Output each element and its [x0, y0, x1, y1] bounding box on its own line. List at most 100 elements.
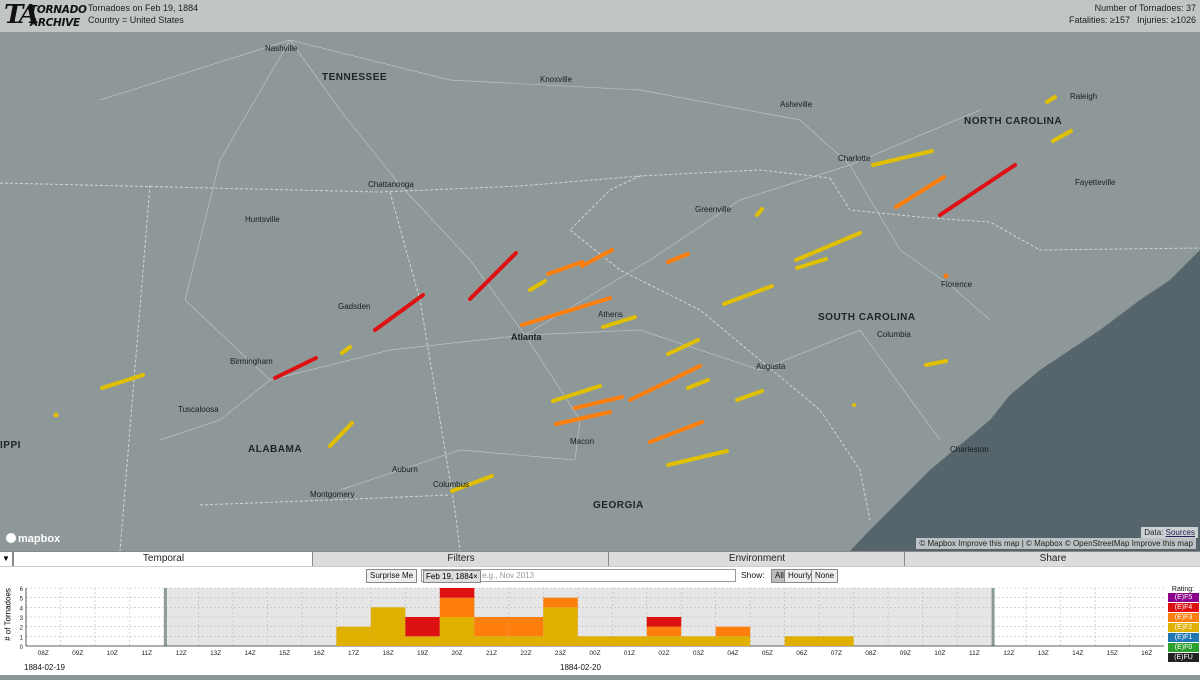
legend-title: Rating:	[1171, 586, 1195, 593]
chart-bar[interactable]	[715, 636, 751, 646]
rating-legend: Rating: (E)F5 (E)F4 (E)F3 (E)F2 (E)F1 (E)F0 (E…	[1166, 586, 1200, 663]
x-tick-label: 06Z	[796, 650, 807, 657]
mapbox-logo[interactable]: mapbox	[6, 533, 60, 545]
x-tick-label: 07Z	[831, 650, 842, 657]
chart-bar[interactable]	[474, 636, 509, 646]
tab-environment[interactable]: Environment	[608, 552, 905, 566]
map-attribution[interactable]: © Mapbox Improve this map | © Mapbox © O…	[916, 538, 1196, 549]
chart-bar[interactable]	[474, 617, 509, 637]
panel-tabs: ▼ Temporal Filters Environment Share	[0, 551, 1200, 568]
tab-share[interactable]: Share	[904, 552, 1200, 566]
logo-word-tornado: TORNADO	[30, 4, 87, 16]
chart-bar[interactable]	[819, 636, 854, 646]
chart-bar[interactable]	[370, 607, 406, 646]
state-label-south-carolina: SOUTH CAROLINA	[818, 312, 916, 323]
map-canvas[interactable]: TENNESSEE NORTH CAROLINA SOUTH CAROLINA …	[0, 0, 1200, 551]
legend-item-ef5[interactable]: (E)F5	[1168, 593, 1199, 602]
city-label: Columbia	[877, 330, 911, 339]
chart-bar[interactable]	[577, 636, 613, 646]
chart-bar[interactable]	[336, 626, 371, 646]
x-tick-label: 15Z	[279, 650, 290, 657]
mapbox-icon	[6, 533, 16, 543]
x-tick-label: 14Z	[245, 650, 256, 657]
chart-bar[interactable]	[508, 636, 544, 646]
x-tick-label: 20Z	[451, 650, 462, 657]
y-tick-label: 4	[20, 606, 24, 612]
tab-filters[interactable]: Filters	[312, 552, 609, 566]
x-tick-label: 16Z	[1141, 650, 1152, 657]
x-tick-label: 11Z	[969, 650, 980, 657]
date-label-next: 1884-02-20	[560, 663, 601, 672]
legend-item-ef3[interactable]: (E)F3	[1168, 613, 1199, 622]
temporal-chart[interactable]: 0 1 2 3 4 5 6 08Z 09Z 10Z 11Z 12Z 13Z 14Z 15Z 16Z 17Z 18Z…	[0, 584, 1200, 675]
city-label: Chattanooga	[368, 180, 414, 189]
x-tick-label: 17Z	[348, 650, 359, 657]
chart-bar[interactable]	[508, 617, 544, 637]
x-tick-label: 12Z	[1003, 650, 1014, 657]
x-tick-label: 19Z	[417, 650, 428, 657]
show-none-button[interactable]: None	[811, 569, 839, 583]
y-axis-label: # of Tornadoes	[0, 586, 14, 648]
legend-item-ef0[interactable]: (E)F0	[1168, 643, 1199, 652]
temporal-chart-area: 0 1 2 3 4 5 6 08Z 09Z 10Z 11Z 12Z 13Z 14Z 15Z 16Z 17Z 18Z…	[0, 584, 1200, 675]
x-tick-label: 14Z	[1072, 650, 1083, 657]
chart-bar[interactable]	[646, 636, 682, 646]
logo-word-archive: ARCHIVE	[30, 17, 80, 29]
city-label: Augusta	[756, 362, 786, 371]
tornado-archive-logo[interactable]: TA TORNADO ARCHIVE	[4, 0, 87, 30]
tab-temporal[interactable]: Temporal	[13, 552, 313, 566]
x-tick-label: 09Z	[900, 650, 911, 657]
city-label: Charlotte	[838, 154, 871, 163]
city-label: Knoxville	[540, 75, 573, 84]
x-tick-label: 22Z	[520, 650, 531, 657]
x-tick-label: 08Z	[38, 650, 49, 657]
chart-bar[interactable]	[439, 588, 475, 598]
date-search-input[interactable]: Feb 19, 1884× e.g., Nov 2013	[421, 569, 736, 583]
x-tick-label: 13Z	[1038, 650, 1049, 657]
city-label: Birmingham	[230, 357, 273, 366]
y-axis-label-text: # of Tornadoes	[3, 588, 13, 641]
chart-bar[interactable]	[439, 617, 475, 646]
chart-bar[interactable]	[681, 636, 716, 646]
city-label: Atlanta	[511, 332, 542, 342]
legend-item-efu[interactable]: (E)FU	[1168, 653, 1199, 662]
state-label-georgia: GEORGIA	[593, 500, 644, 511]
city-label: Auburn	[392, 465, 418, 474]
state-label-north-carolina: NORTH CAROLINA	[964, 116, 1063, 127]
date-chip[interactable]: Feb 19, 1884×	[423, 570, 481, 583]
chart-bar[interactable]	[646, 626, 682, 637]
x-tick-label: 09Z	[72, 650, 83, 657]
chart-bar[interactable]	[715, 626, 751, 637]
chart-bar[interactable]	[405, 617, 440, 637]
roads	[99, 39, 991, 491]
y-tick-label: 5	[20, 597, 24, 603]
chart-bar[interactable]	[612, 636, 647, 646]
legend-item-ef4[interactable]: (E)F4	[1168, 603, 1199, 612]
chart-bar[interactable]	[439, 597, 475, 617]
legend-item-ef1[interactable]: (E)F1	[1168, 633, 1199, 642]
collapse-toggle-icon[interactable]: ▼	[0, 552, 13, 566]
city-label: Florence	[941, 280, 973, 289]
x-tick-label: 13Z	[210, 650, 221, 657]
chart-bar[interactable]	[784, 636, 820, 646]
chart-bar[interactable]	[646, 617, 682, 627]
state-label-mississippi: IPPI	[0, 440, 21, 451]
sources-link[interactable]: Sources	[1166, 528, 1195, 537]
chart-bar[interactable]	[543, 607, 578, 646]
city-label: Huntsville	[245, 215, 280, 224]
city-label: Greenville	[695, 205, 732, 214]
city-label: Montgomery	[310, 490, 355, 499]
x-tick-label: 00Z	[589, 650, 600, 657]
city-label: Nashville	[265, 44, 298, 53]
legend-item-ef2[interactable]: (E)F2	[1168, 623, 1199, 632]
x-tick-label: 03Z	[693, 650, 704, 657]
x-tick-label: 10Z	[107, 650, 118, 657]
chart-bar[interactable]	[543, 597, 578, 608]
date-label-start: 1884-02-19	[24, 663, 65, 672]
ocean	[850, 250, 1200, 551]
x-tick-label: 15Z	[1107, 650, 1118, 657]
x-tick-label: 23Z	[555, 650, 566, 657]
chart-bar[interactable]	[405, 636, 440, 646]
map-svg[interactable]	[0, 0, 1200, 551]
surprise-me-button[interactable]: Surprise Me	[366, 569, 418, 583]
